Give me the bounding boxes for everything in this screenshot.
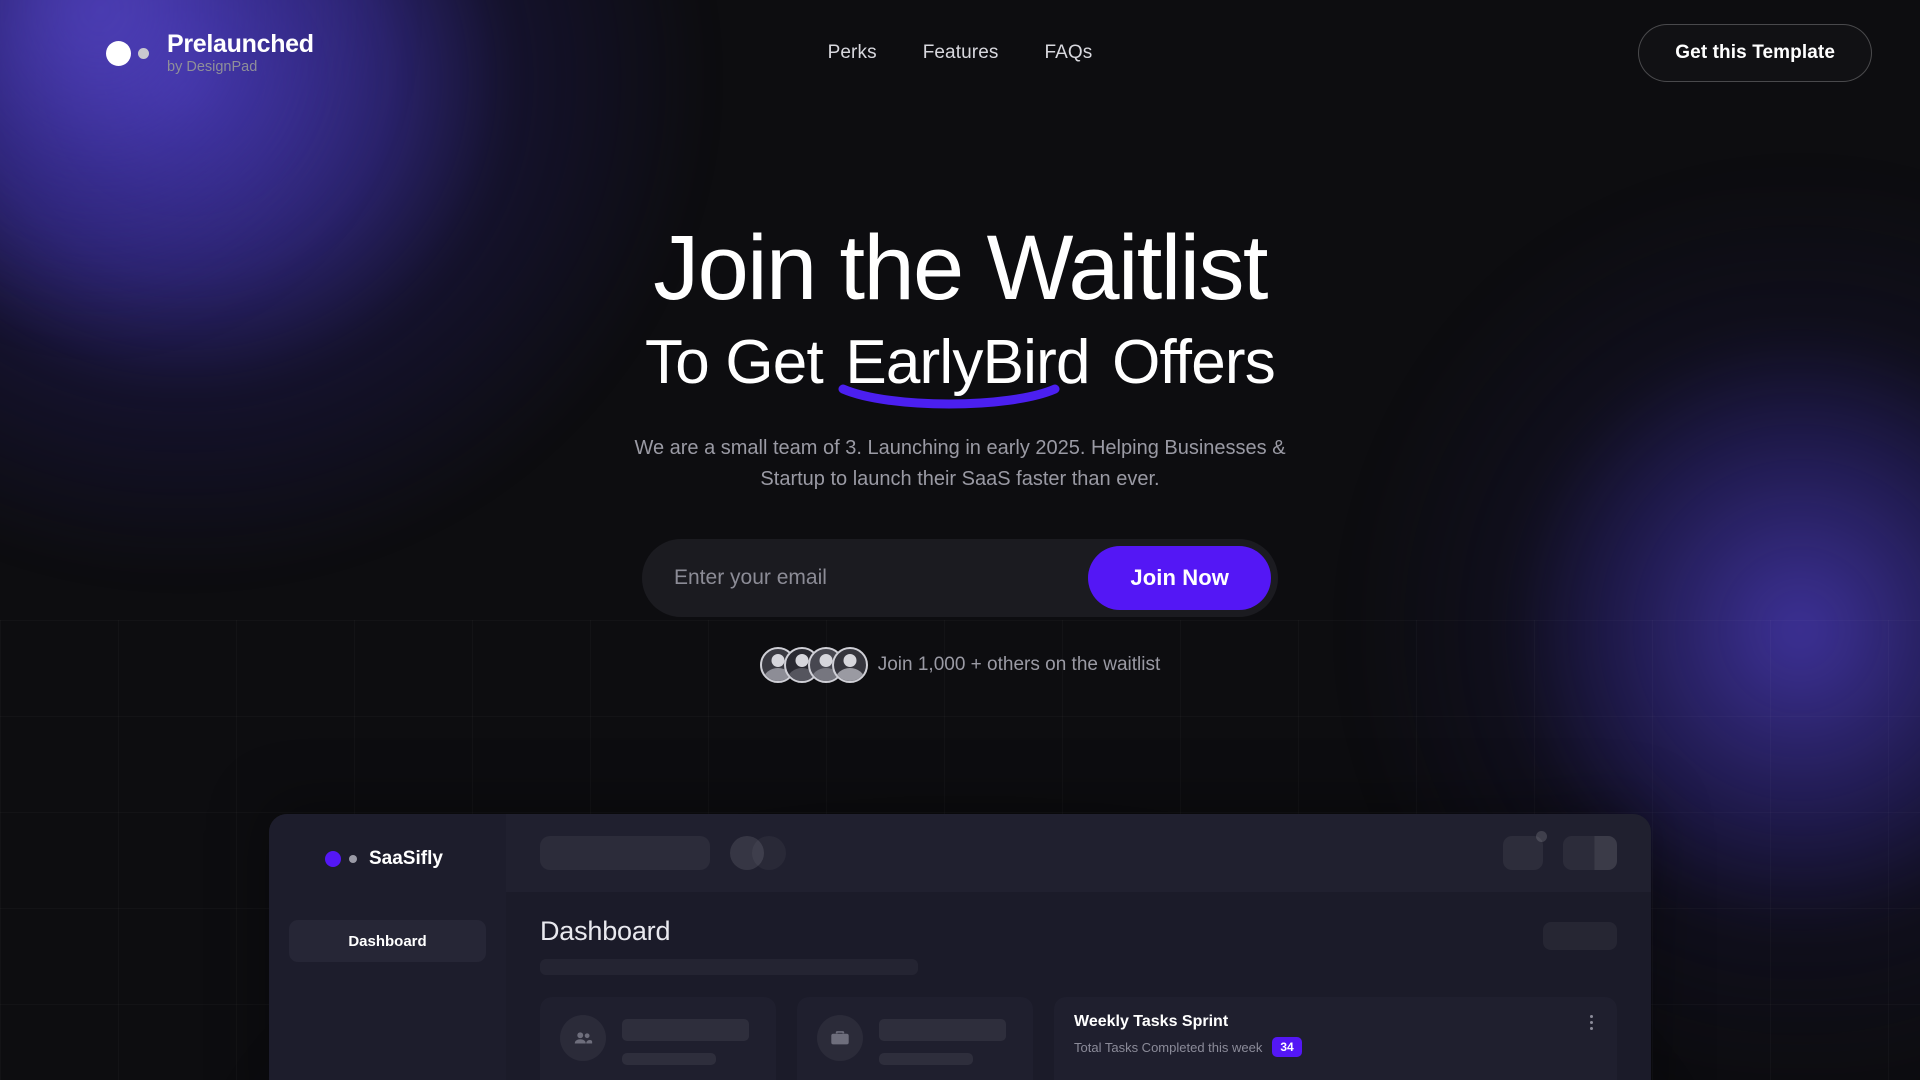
- dashboard-action-placeholder[interactable]: [1543, 922, 1617, 950]
- avatar: [831, 646, 868, 683]
- skeleton-line: [879, 1019, 1007, 1041]
- notification-bell-icon[interactable]: [1503, 831, 1547, 870]
- nav-item-perks[interactable]: Perks: [828, 42, 877, 64]
- highlight-underline-icon: [838, 384, 1060, 409]
- social-proof: Join 1,000 + others on the waitlist: [0, 646, 1920, 683]
- hero-subtitle-highlight-wrap: EarlyBird: [838, 329, 1095, 409]
- logo-circle-large-icon: [106, 40, 131, 66]
- header-actions: Get this Template: [1452, 24, 1872, 82]
- landing-page: Prelaunched by DesignPad Perks Features …: [0, 0, 1920, 1080]
- briefcase-icon: [817, 1015, 863, 1061]
- waitlist-signup-form: Join Now: [642, 538, 1278, 617]
- nav-item-faqs[interactable]: FAQs: [1044, 42, 1092, 64]
- sprint-card-subtitle: Total Tasks Completed this week: [1074, 1039, 1263, 1055]
- dashboard-main: Dashboard Weekly Tasks Sprint Total Task…: [506, 814, 1651, 1080]
- sprint-card-header: Weekly Tasks Sprint Total Tasks Complete…: [1074, 1013, 1597, 1057]
- hero-title: Join the Waitlist: [653, 217, 1268, 319]
- dashboard-sidebar: SaaSifly Dashboard: [269, 814, 506, 1080]
- dashboard-card-weekly-sprint: Weekly Tasks Sprint Total Tasks Complete…: [1054, 997, 1617, 1080]
- more-options-icon[interactable]: [1586, 1013, 1597, 1032]
- dashboard-profile-placeholder[interactable]: [1563, 836, 1617, 870]
- dashboard-page-title: Dashboard: [540, 916, 671, 946]
- brand-logo-icon: [48, 40, 149, 66]
- avatar-group: [759, 646, 868, 683]
- social-proof-text: Join 1,000 + others on the waitlist: [877, 653, 1161, 675]
- people-icon: [560, 1015, 606, 1061]
- sprint-card-title: Weekly Tasks Sprint: [1074, 1013, 1229, 1030]
- card-skeleton-lines: [622, 1015, 756, 1077]
- placeholder-circle: [752, 836, 786, 870]
- skeleton-line: [622, 1019, 750, 1041]
- brand-tagline: by DesignPad: [167, 58, 258, 75]
- brand-name: Prelaunched: [167, 30, 314, 59]
- dashboard-body: Dashboard Weekly Tasks Sprint Total Task…: [506, 892, 1651, 1080]
- site-header: Prelaunched by DesignPad Perks Features …: [0, 0, 1920, 106]
- skeleton-line: [879, 1053, 973, 1065]
- sprint-card-badge: 34: [1272, 1037, 1302, 1057]
- dashboard-logo-circle-icon: [325, 851, 341, 867]
- hero-description: We are a small team of 3. Launching in e…: [634, 436, 1286, 490]
- sprint-card-subtitle-row: Total Tasks Completed this week 34: [1074, 1037, 1302, 1057]
- dashboard-logo-dot-icon: [349, 855, 357, 863]
- join-now-button[interactable]: Join Now: [1088, 545, 1271, 610]
- dashboard-card-people: [540, 997, 776, 1080]
- dashboard-avatar-placeholders: [730, 836, 786, 870]
- brand-logo[interactable]: Prelaunched by DesignPad: [48, 31, 468, 74]
- dashboard-logo: SaaSifly: [289, 848, 486, 870]
- main-nav: Perks Features FAQs: [468, 42, 1452, 64]
- dashboard-subtitle-placeholder: [540, 959, 918, 975]
- skeleton-line: [622, 1053, 716, 1065]
- card-skeleton-lines: [879, 1015, 1013, 1077]
- nav-item-features[interactable]: Features: [923, 42, 999, 64]
- get-template-button[interactable]: Get this Template: [1638, 24, 1872, 82]
- dashboard-cards: Weekly Tasks Sprint Total Tasks Complete…: [540, 997, 1617, 1080]
- sprint-card-text: Weekly Tasks Sprint Total Tasks Complete…: [1074, 1013, 1302, 1057]
- dashboard-logo-text: SaaSifly: [369, 848, 443, 869]
- hero-subtitle-prefix: To Get: [645, 328, 824, 397]
- hero-subtitle-suffix: Offers: [1112, 328, 1276, 397]
- logo-circle-small-icon: [138, 47, 149, 59]
- dashboard-preview: SaaSifly Dashboard Dashboard Weekly Task…: [269, 814, 1651, 1080]
- dashboard-topbar: [506, 814, 1651, 892]
- notification-dot-icon: [1536, 831, 1547, 842]
- sidebar-item-dashboard[interactable]: Dashboard: [289, 920, 486, 962]
- email-input[interactable]: [674, 565, 1089, 590]
- brand-text: Prelaunched by DesignPad: [167, 31, 314, 74]
- dashboard-search-placeholder[interactable]: [540, 836, 710, 870]
- hero-subtitle: To Get EarlyBird Offers: [0, 328, 1920, 409]
- dashboard-card-projects: [797, 997, 1033, 1080]
